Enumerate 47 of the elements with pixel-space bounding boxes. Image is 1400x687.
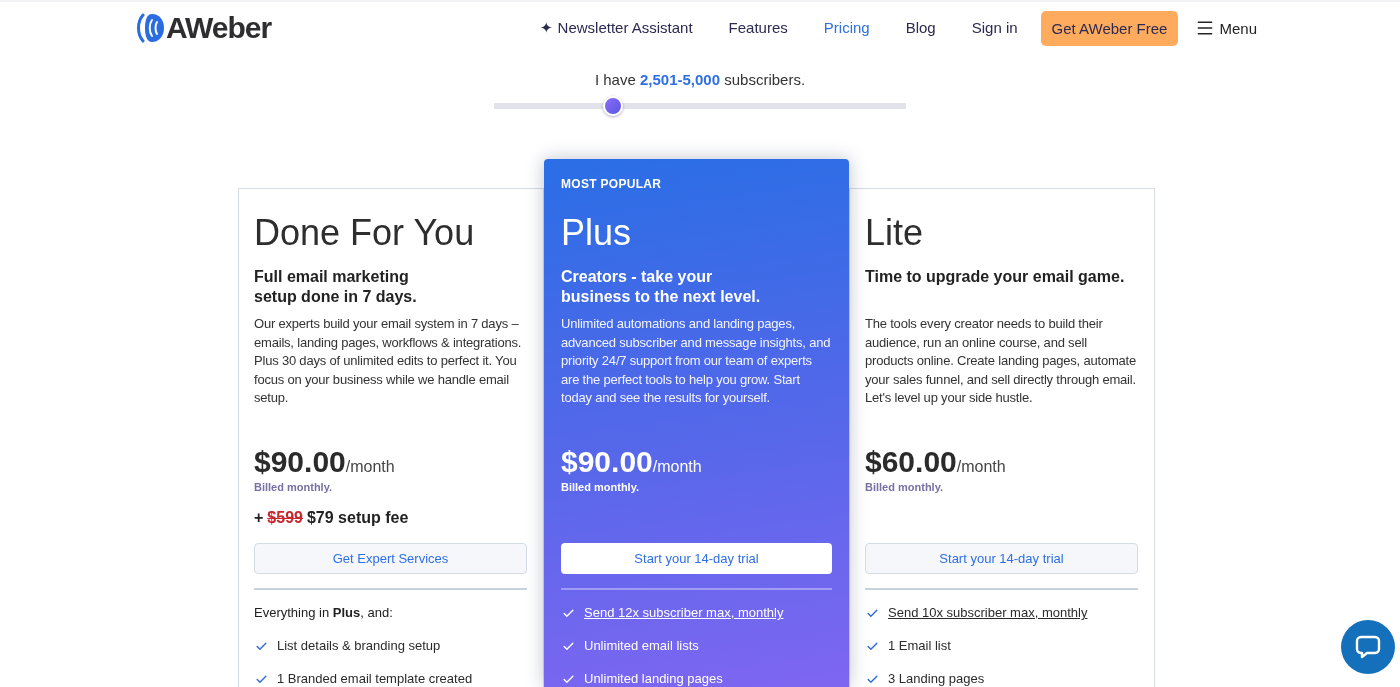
price-period: /month <box>652 458 702 477</box>
nav-link[interactable]: ✦ Newsletter Assistant <box>540 18 693 38</box>
old-price: $599 <box>267 508 303 528</box>
get-free-button[interactable]: Get AWeber Free <box>1040 10 1179 46</box>
plan-button[interactable]: Start your 14-day trial <box>561 543 832 574</box>
billing-note: Billed monthly. <box>561 480 640 494</box>
feature-text: Unlimited email lists <box>584 639 699 653</box>
feature-text: 1 Branded email template created <box>277 672 473 686</box>
menu-button[interactable]: Menu <box>1195 18 1257 38</box>
billing-note: Billed monthly. <box>865 480 944 494</box>
nav-link[interactable]: Pricing <box>823 18 870 38</box>
feature-link[interactable]: Send 10x subscriber max, monthly <box>888 606 1088 620</box>
plan-description: Unlimited automations and landing pages, advanced subscriber and message insights, and priority 24/7 support from our team of experts are the perfect tools to help you grow. Start today and see the results for yourself. <box>561 315 832 407</box>
logo-text[interactable]: AWeber <box>166 12 272 44</box>
plan-button[interactable]: Start your 14-day trial <box>865 543 1138 574</box>
feature-link[interactable]: Send 12x subscriber max, monthly <box>584 606 784 620</box>
slider-thumb[interactable] <box>603 96 624 116</box>
nav-link[interactable]: Blog <box>905 18 936 38</box>
plan-description: Our experts build your email system in 7 days – emails, landing pages, workflows & integrations. Plus 30 days of unlimited edits to perfect it. You focus on your business while we handle email setup. <box>254 315 523 407</box>
plan-tagline: Full email marketing setup done in 7 days. <box>254 267 418 307</box>
nav-link[interactable]: Features <box>728 18 788 38</box>
features-intro: Everything in Plus, and: <box>254 606 393 620</box>
plan-price: $90.00 <box>254 444 346 480</box>
feature-text: List details & branding setup <box>277 639 441 653</box>
plan-description: The tools every creator needs to build their audience, run an online course, and sell products online. Create landing pages, automate your sales funnel, and sell directly through email. Let's level up your side hustle. <box>865 315 1137 407</box>
nav-link[interactable]: Sign in <box>971 18 1018 38</box>
plan-price: $90.00 <box>561 444 653 480</box>
plan-name: Lite <box>865 211 925 255</box>
chat-icon <box>1355 634 1381 660</box>
price-period: /month <box>345 458 395 477</box>
plan-button[interactable]: Get Expert Services <box>254 543 527 574</box>
subscriber-count-text: I have 2,501-5,000 subscribers. <box>593 71 807 89</box>
price-period: /month <box>956 458 1006 477</box>
plan-name: Done For You <box>254 211 476 255</box>
plan-tagline: Time to upgrade your email game. <box>865 267 1126 287</box>
feature-text: 3 Landing pages <box>888 672 985 686</box>
feature-text: Unlimited landing pages <box>584 672 723 686</box>
plus-sign: + <box>254 508 264 528</box>
setup-fee: $79 setup fee <box>306 508 409 528</box>
plan-tagline: Creators - take your business to the next level. <box>561 267 762 307</box>
plan-name: Plus <box>561 211 633 255</box>
plan-price: $60.00 <box>865 444 957 480</box>
popular-label: MOST POPULAR <box>561 177 662 191</box>
chat-button[interactable] <box>1341 620 1395 674</box>
feature-text: 1 Email list <box>888 639 951 653</box>
wave-logo-icon <box>137 13 165 43</box>
billing-note: Billed monthly. <box>254 480 333 494</box>
